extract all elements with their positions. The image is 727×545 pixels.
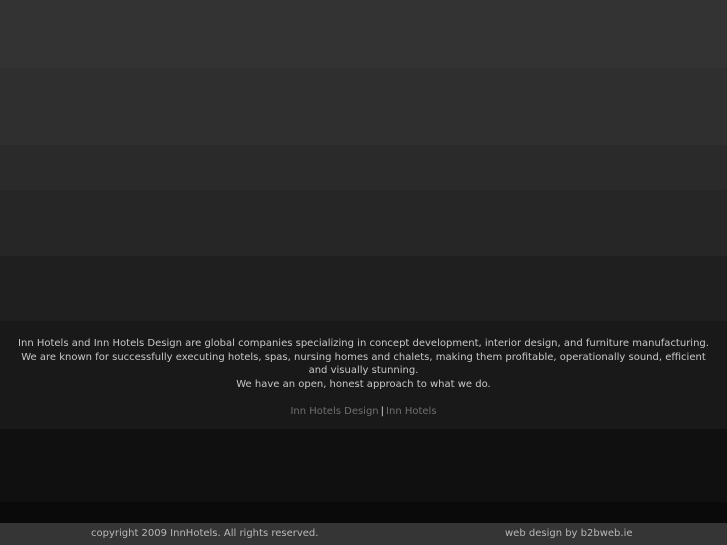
background-band bbox=[0, 429, 727, 502]
intro-line: Inn Hotels and Inn Hotels Design are glo… bbox=[18, 338, 709, 349]
background-band bbox=[0, 190, 727, 256]
company-links: Inn Hotels Design | Inn Hotels bbox=[0, 405, 727, 418]
intro-line: We have an open, honest approach to what… bbox=[236, 379, 491, 391]
background-band bbox=[0, 502, 727, 523]
intro-line: and visually stunning. bbox=[308, 365, 419, 377]
inn-hotels-design-link[interactable]: Inn Hotels Design bbox=[290, 406, 378, 417]
web-design-credit-link[interactable]: web design by b2bweb.ie bbox=[505, 523, 633, 545]
inn-hotels-link[interactable]: Inn Hotels bbox=[386, 406, 437, 417]
link-separator: | bbox=[380, 406, 385, 417]
footer: copyright 2009 InnHotels. All rights res… bbox=[0, 523, 727, 545]
background-band bbox=[0, 145, 727, 190]
background-band bbox=[0, 68, 727, 145]
background-band bbox=[0, 256, 727, 321]
background-band bbox=[0, 0, 727, 68]
intro-line: We are known for successfully executing … bbox=[21, 351, 706, 363]
page: Inn Hotels and Inn Hotels Design are glo… bbox=[0, 0, 727, 545]
intro-text: Inn Hotels and Inn Hotels Design are glo… bbox=[0, 337, 727, 392]
copyright-text: copyright 2009 InnHotels. All rights res… bbox=[91, 528, 319, 539]
